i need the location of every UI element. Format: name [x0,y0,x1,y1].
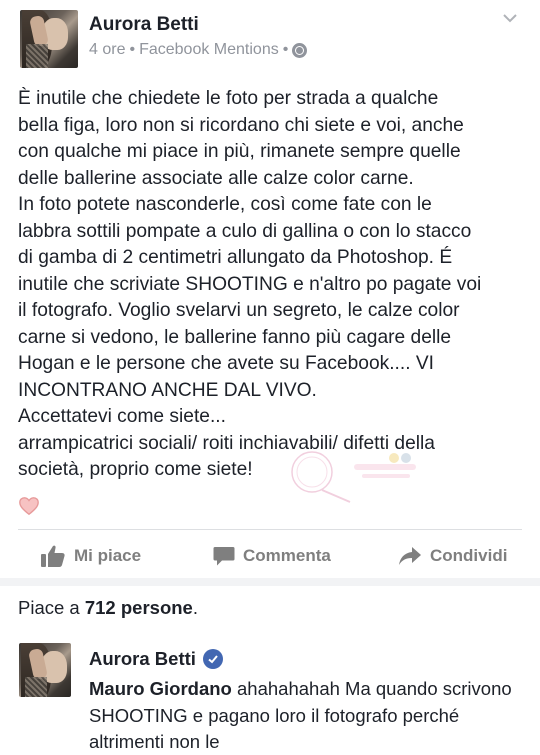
section-separator [0,578,540,586]
share-arrow-icon [399,547,421,565]
like-label: Mi piace [74,546,142,565]
likes-prefix: Piace a [18,597,80,618]
post-meta: 4 ore • Facebook Mentions • [89,41,308,59]
verified-badge-icon [202,649,223,669]
meta-separator: • [129,41,136,58]
action-bar: Mi piace Commenta Condividi [0,536,540,576]
globe-icon [292,42,308,58]
post-header: Aurora Betti 4 ore • Facebook Mentions • [0,0,540,80]
share-label: Condividi [430,546,508,565]
meta-separator: • [282,41,289,58]
post-body-text: È inutile che chiedete le foto per strad… [18,88,482,480]
post-source[interactable]: Facebook Mentions [139,41,279,59]
likes-suffix: . [192,597,198,618]
comment-button[interactable]: Commenta [213,536,331,576]
chevron-down-icon[interactable] [502,10,518,26]
heart-icon[interactable] [18,495,40,517]
share-button[interactable]: Condividi [398,536,507,576]
comment-label: Commenta [243,546,331,565]
like-button[interactable]: Mi piace [40,536,141,576]
comment-mention[interactable]: Mauro Giordano [89,678,232,699]
comment-author-name[interactable]: Aurora Betti [89,648,196,670]
likes-count[interactable]: 712 persone [85,597,193,618]
thumbs-up-icon [41,545,65,567]
divider [18,529,522,530]
comment-bubble-icon [213,546,235,565]
likes-summary[interactable]: Piace a 712 persone. [18,597,198,619]
comment-text: Mauro Giordano ahahahahah Ma quando scri… [89,676,529,755]
post-author-name[interactable]: Aurora Betti [89,14,199,36]
comment-author-avatar[interactable] [19,643,71,697]
comment-author: Aurora Betti [89,648,223,670]
author-avatar[interactable] [20,10,78,68]
post-time[interactable]: 4 ore [89,41,125,59]
watermark-decoration [291,451,416,503]
